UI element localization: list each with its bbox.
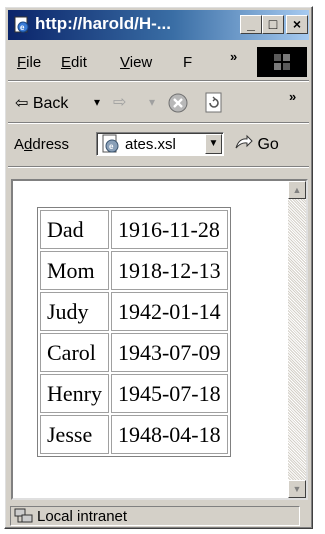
back-dropdown-caret[interactable]: ▾ bbox=[94, 95, 100, 109]
browser-window: e http://harold/H-... _ □ × File Edit Vi… bbox=[4, 6, 313, 529]
menu-edit-rest: dit bbox=[71, 54, 87, 71]
close-button[interactable]: × bbox=[286, 15, 308, 34]
windows-logo-throbber bbox=[257, 47, 307, 77]
table-row: Dad 1916-11-28 bbox=[40, 210, 228, 249]
refresh-icon[interactable] bbox=[203, 91, 225, 115]
status-zone-pane: Local intranet bbox=[10, 506, 300, 526]
standard-toolbar: ⇦ Back ▾ ⇨ ▾ » bbox=[8, 83, 309, 123]
address-separator bbox=[8, 122, 309, 124]
stop-icon[interactable] bbox=[167, 92, 189, 114]
address-label: Address bbox=[14, 136, 69, 153]
forward-dropdown-caret[interactable]: ▾ bbox=[149, 95, 155, 109]
svg-text:e: e bbox=[20, 23, 25, 32]
maximize-button[interactable]: □ bbox=[262, 15, 284, 34]
menu-view-rest: iew bbox=[129, 54, 153, 71]
table-row: Carol 1943-07-09 bbox=[40, 333, 228, 372]
toolbar-overflow-chevron[interactable]: » bbox=[289, 89, 296, 104]
window-title: http://harold/H-... bbox=[35, 14, 171, 33]
address-label-pre: A bbox=[14, 136, 25, 153]
scroll-up-button[interactable]: ▲ bbox=[288, 181, 306, 199]
status-zone-text: Local intranet bbox=[37, 508, 128, 525]
date-cell: 1948-04-18 bbox=[110, 415, 228, 454]
back-arrow-icon: ⇦ bbox=[15, 95, 29, 112]
address-label-post: dress bbox=[32, 136, 70, 153]
go-label: Go bbox=[257, 136, 279, 153]
go-button[interactable]: Go bbox=[233, 134, 279, 154]
table-row: Henry 1945-07-18 bbox=[40, 374, 228, 413]
menu-view-accel: V bbox=[120, 54, 130, 71]
menu-bar: File Edit View F » bbox=[8, 45, 309, 79]
menu-favorites-label: F bbox=[183, 54, 193, 71]
date-cell: 1942-01-14 bbox=[110, 292, 228, 331]
title-bar[interactable]: e http://harold/H-... _ □ × bbox=[8, 10, 309, 40]
status-bar: Local intranet bbox=[8, 504, 309, 528]
date-cell: 1916-11-28 bbox=[110, 210, 228, 249]
svg-text:e: e bbox=[109, 142, 114, 151]
menu-edit-accel: E bbox=[61, 54, 72, 71]
menu-overflow-chevron[interactable]: » bbox=[230, 49, 237, 64]
name-cell: Carol bbox=[40, 333, 109, 372]
menu-file-accel: F bbox=[17, 54, 27, 71]
menu-view[interactable]: View bbox=[120, 54, 152, 71]
name-cell: Mom bbox=[40, 251, 109, 290]
table-row: Jesse 1948-04-18 bbox=[40, 415, 228, 454]
name-cell: Henry bbox=[40, 374, 109, 413]
name-cell: Judy bbox=[40, 292, 109, 331]
minimize-button[interactable]: _ bbox=[240, 15, 262, 34]
back-button[interactable]: ⇦ Back bbox=[15, 93, 68, 113]
date-cell: 1943-07-09 bbox=[110, 333, 228, 372]
menu-file-rest: ile bbox=[26, 54, 42, 71]
table-row: Judy 1942-01-14 bbox=[40, 292, 228, 331]
table-row: Mom 1918-12-13 bbox=[40, 251, 228, 290]
vertical-scrollbar[interactable]: ▲ ▼ bbox=[288, 181, 306, 498]
toolbar-separator bbox=[8, 80, 309, 82]
forward-arrow-icon[interactable]: ⇨ bbox=[113, 92, 126, 112]
date-cell: 1945-07-18 bbox=[110, 374, 228, 413]
local-intranet-icon bbox=[14, 508, 33, 523]
windows-logo-icon bbox=[274, 54, 290, 70]
go-arrow-icon bbox=[235, 134, 253, 149]
scroll-down-button[interactable]: ▼ bbox=[288, 480, 306, 498]
menu-favorites[interactable]: F bbox=[183, 54, 192, 71]
page-icon: e bbox=[102, 134, 119, 153]
name-cell: Jesse bbox=[40, 415, 109, 454]
content-separator bbox=[8, 166, 309, 168]
back-label: Back bbox=[32, 95, 69, 112]
address-input[interactable]: e ates.xsl ▼ bbox=[96, 132, 224, 156]
address-value: ates.xsl bbox=[125, 136, 176, 153]
address-bar: Address e ates.xsl ▼ Go bbox=[8, 125, 309, 165]
ie-page-icon: e bbox=[14, 16, 29, 33]
menu-edit[interactable]: Edit bbox=[61, 54, 87, 71]
date-cell: 1918-12-13 bbox=[110, 251, 228, 290]
page-content[interactable]: Dad 1916-11-28 Mom 1918-12-13 Judy 1942-… bbox=[11, 179, 308, 500]
address-dropdown-button[interactable]: ▼ bbox=[205, 134, 222, 154]
name-cell: Dad bbox=[40, 210, 109, 249]
dates-table: Dad 1916-11-28 Mom 1918-12-13 Judy 1942-… bbox=[37, 207, 231, 457]
menu-file[interactable]: File bbox=[17, 54, 41, 71]
